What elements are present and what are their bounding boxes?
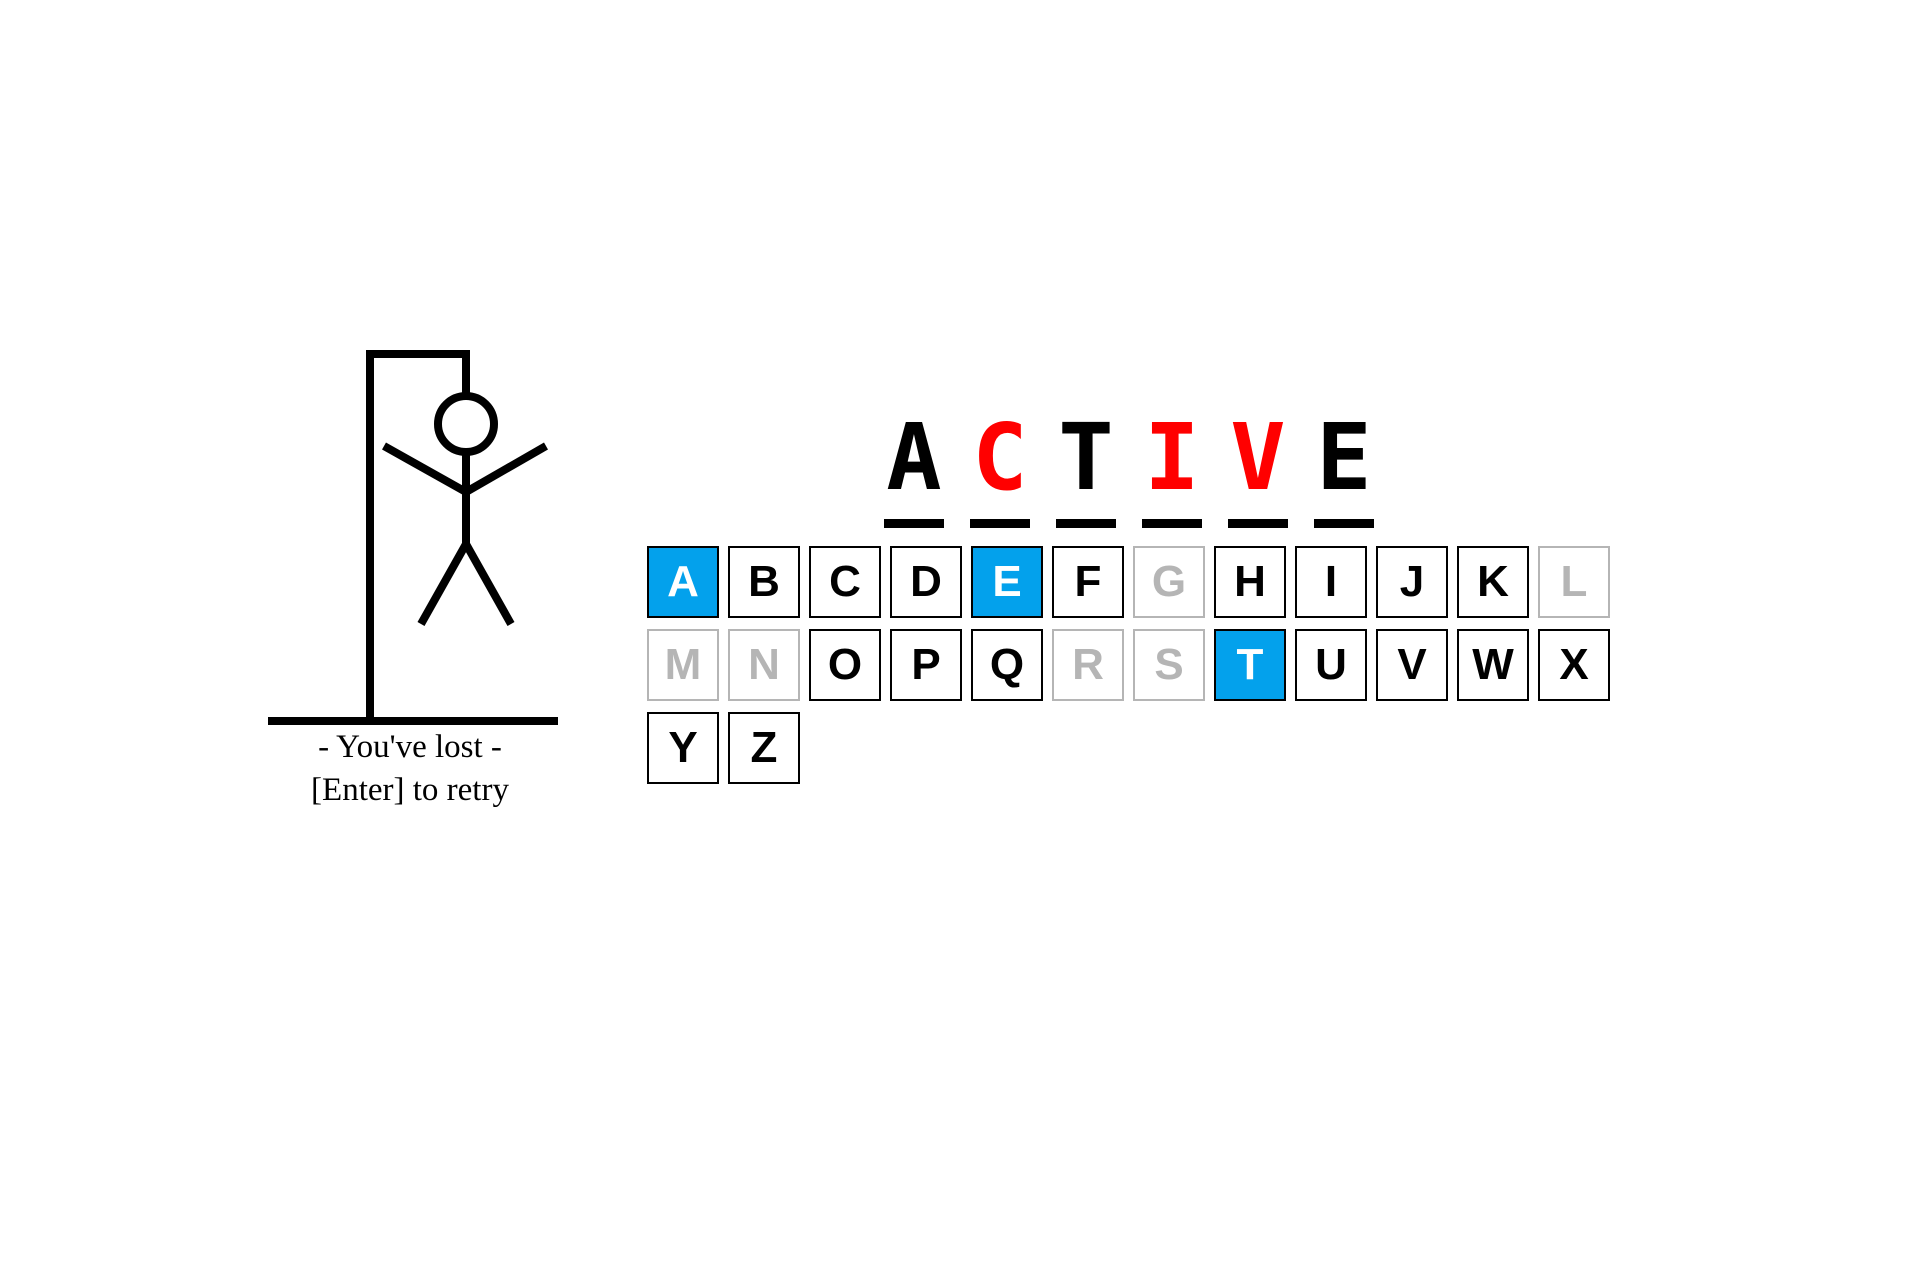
word-slot: T [1056, 402, 1116, 528]
letter-key-p[interactable]: P [890, 629, 962, 701]
letter-key-k[interactable]: K [1457, 546, 1529, 618]
letter-key-i[interactable]: I [1295, 546, 1367, 618]
letter-key-f[interactable]: F [1052, 546, 1124, 618]
letter-key-x[interactable]: X [1538, 629, 1610, 701]
letter-key-u[interactable]: U [1295, 629, 1367, 701]
letter-key-a: A [647, 546, 719, 618]
word-letter: E [1316, 404, 1372, 511]
word-slot: V [1228, 402, 1288, 528]
letter-key-h[interactable]: H [1214, 546, 1286, 618]
letter-key-c[interactable]: C [809, 546, 881, 618]
letter-key-g: G [1133, 546, 1205, 618]
letter-key-b[interactable]: B [728, 546, 800, 618]
game-status: - You've lost - [Enter] to retry [260, 726, 560, 812]
hangman-game: - You've lost - [Enter] to retry ACTIVE … [0, 0, 1920, 1280]
letter-underline [884, 519, 944, 528]
letter-key-o[interactable]: O [809, 629, 881, 701]
letter-key-m: M [647, 629, 719, 701]
letter-key-r: R [1052, 629, 1124, 701]
hangman-right-leg [462, 542, 515, 626]
letter-key-e: E [971, 546, 1043, 618]
secret-word: ACTIVE [884, 402, 1374, 528]
word-slot: A [884, 402, 944, 528]
letter-key-y[interactable]: Y [647, 712, 719, 784]
lost-message: - You've lost - [318, 729, 502, 765]
word-letter: I [1144, 404, 1200, 511]
word-slot: C [970, 402, 1030, 528]
letter-underline [1142, 519, 1202, 528]
word-slot: E [1314, 402, 1374, 528]
word-letter: V [1230, 404, 1286, 511]
letter-key-d[interactable]: D [890, 546, 962, 618]
hangman-left-leg [417, 542, 470, 626]
letter-key-z[interactable]: Z [728, 712, 800, 784]
retry-hint: [Enter] to retry [311, 772, 509, 808]
word-letter: A [886, 404, 942, 511]
hangman-gallows [268, 350, 558, 725]
letter-key-q[interactable]: Q [971, 629, 1043, 701]
letter-keyboard: ABCDEFGHIJKL MNOPQRSTUVWX YZ [647, 546, 1627, 784]
word-slot: I [1142, 402, 1202, 528]
word-letter: C [972, 404, 1028, 511]
letter-underline [1056, 519, 1116, 528]
letter-key-t: T [1214, 629, 1286, 701]
letter-underline [1314, 519, 1374, 528]
letter-key-s: S [1133, 629, 1205, 701]
letter-key-v[interactable]: V [1376, 629, 1448, 701]
letter-underline [1228, 519, 1288, 528]
letter-underline [970, 519, 1030, 528]
letter-key-j[interactable]: J [1376, 546, 1448, 618]
letter-key-n: N [728, 629, 800, 701]
letter-key-w[interactable]: W [1457, 629, 1529, 701]
word-letter: T [1058, 404, 1114, 511]
hangman-head [434, 392, 498, 456]
letter-key-l: L [1538, 546, 1610, 618]
